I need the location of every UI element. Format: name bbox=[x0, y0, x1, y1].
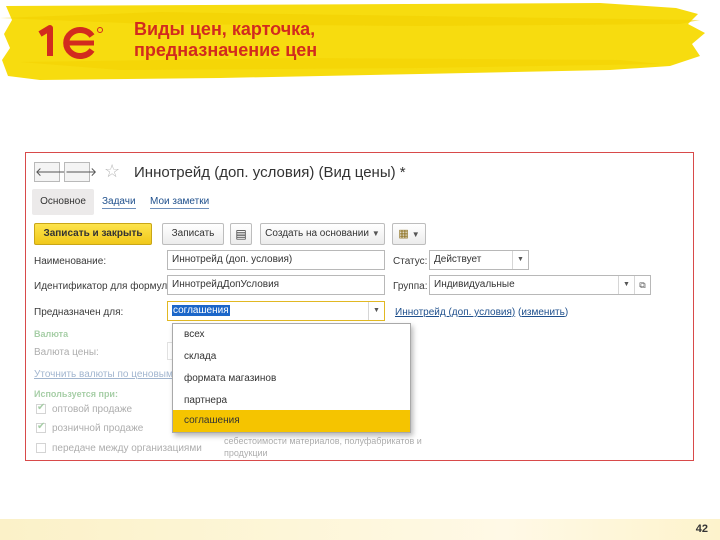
wholesale-label: оптовой продаже bbox=[52, 404, 133, 415]
cost-note-line-1: себестоимости материалов, полуфабрикатов… bbox=[224, 436, 422, 446]
tab-main[interactable]: Основное bbox=[32, 189, 94, 215]
intercompany-label: передаче между организациями bbox=[52, 443, 202, 454]
create-based-on-label: Создать на основании bbox=[265, 228, 369, 239]
currency-section-header: Валюта bbox=[34, 329, 69, 339]
status-value: Действует bbox=[434, 254, 482, 265]
group-label: Группа: bbox=[393, 281, 428, 292]
back-button[interactable]: 🡐 bbox=[34, 162, 67, 182]
retail-checkbox[interactable] bbox=[36, 421, 46, 433]
save-button[interactable]: Записать bbox=[162, 223, 224, 245]
purpose-change-link[interactable]: изменить bbox=[521, 307, 565, 318]
save-and-close-button[interactable]: Записать и закрыть bbox=[34, 223, 152, 245]
tab-my-notes[interactable]: Мои заметки bbox=[150, 196, 210, 209]
dropdown-option-agreement[interactable]: соглашения bbox=[173, 410, 410, 432]
document-list-button[interactable]: ▤ bbox=[230, 223, 252, 245]
usage-section-header: Используется при: bbox=[34, 389, 118, 399]
cost-note-line-2: продукции bbox=[224, 448, 268, 458]
dropdown-option-warehouse[interactable]: склада bbox=[173, 346, 410, 368]
report-icon: ▦ bbox=[398, 228, 409, 240]
purpose-links: Иннотрейд (доп. условия) (изменить) bbox=[395, 307, 569, 318]
slide-title-line-1: Виды цен, карточка, bbox=[134, 19, 316, 39]
page-number: 42 bbox=[695, 523, 708, 535]
group-select[interactable]: Индивидуальные ▼ ⧉ bbox=[429, 275, 651, 295]
name-label: Наименование: bbox=[34, 256, 107, 267]
dropdown-option-partner[interactable]: партнера bbox=[173, 390, 410, 412]
status-label: Статус: bbox=[393, 256, 428, 267]
slide-footer bbox=[0, 519, 720, 540]
forward-button[interactable]: 🡒 bbox=[64, 162, 97, 182]
reports-button[interactable]: ▦ ▼ bbox=[392, 223, 426, 245]
slide-title-line-2: предназначение цен bbox=[134, 40, 318, 60]
dropdown-arrow-icon[interactable]: ▼ bbox=[512, 251, 528, 269]
formula-id-label: Идентификатор для формул: bbox=[34, 281, 170, 292]
purpose-object-link[interactable]: Иннотрейд (доп. условия) bbox=[395, 307, 515, 318]
dropdown-arrow-icon[interactable]: ▼ bbox=[618, 276, 634, 294]
create-based-on-button[interactable]: Создать на основании ▼ bbox=[260, 223, 385, 245]
intercompany-checkbox[interactable] bbox=[36, 443, 46, 453]
window-title: Иннотрейд (доп. условия) (Вид цены) * bbox=[134, 164, 406, 181]
caret-down-icon: ▼ bbox=[411, 230, 420, 239]
star-icon[interactable]: ☆ bbox=[104, 161, 120, 182]
price-type-form: 🡐 🡒 ☆ Иннотрейд (доп. условия) (Вид цены… bbox=[32, 153, 688, 460]
formula-id-field[interactable]: ИннотрейдДопУсловия bbox=[167, 275, 385, 295]
slide-title: Виды цен, карточка, предназначение цен bbox=[134, 19, 474, 61]
purpose-select[interactable]: соглашения ▼ bbox=[167, 301, 385, 321]
1c-logo bbox=[38, 25, 103, 59]
screenshot-frame: 🡐 🡒 ☆ Иннотрейд (доп. условия) (Вид цены… bbox=[25, 152, 694, 461]
document-list-icon: ▤ bbox=[235, 227, 247, 241]
open-icon[interactable]: ⧉ bbox=[634, 276, 650, 294]
dropdown-arrow-icon[interactable]: ▼ bbox=[368, 302, 384, 320]
wholesale-checkbox[interactable] bbox=[36, 402, 46, 414]
purpose-dropdown-list: всех склада формата магазинов партнера с… bbox=[172, 323, 411, 433]
dropdown-option-store-format[interactable]: формата магазинов bbox=[173, 368, 410, 390]
purpose-value: соглашения bbox=[172, 305, 230, 316]
status-select[interactable]: Действует ▼ bbox=[429, 250, 529, 270]
group-value: Индивидуальные bbox=[434, 279, 515, 290]
currency-label: Валюта цены: bbox=[34, 347, 99, 358]
currency-clarify-link-text: Уточнить валюты по ценовым bbox=[34, 369, 173, 380]
retail-label: розничной продаже bbox=[52, 423, 144, 434]
name-field[interactable]: Иннотрейд (доп. условия) bbox=[167, 250, 385, 270]
purpose-label: Предназначен для: bbox=[34, 307, 124, 318]
dropdown-option-all[interactable]: всех bbox=[173, 324, 410, 346]
tab-tasks[interactable]: Задачи bbox=[102, 196, 136, 209]
currency-clarify-link[interactable]: Уточнить валюты по ценовым bbox=[34, 369, 173, 380]
arrow-left-icon: 🡐 bbox=[35, 165, 68, 179]
caret-down-icon: ▼ bbox=[371, 229, 380, 238]
arrow-right-icon: 🡒 bbox=[65, 165, 98, 179]
